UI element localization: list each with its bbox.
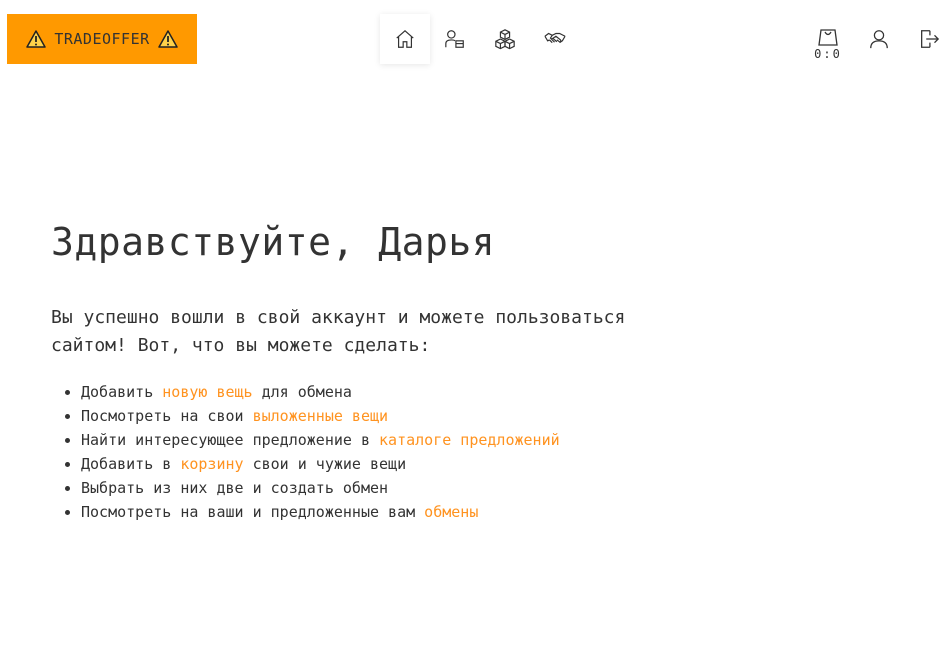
profile-button[interactable] xyxy=(868,28,892,52)
logout-icon xyxy=(921,30,940,48)
cart[interactable]: 0:0 xyxy=(808,28,848,60)
list-item-text: для обмена xyxy=(252,383,352,401)
intro-text: Вы успешно вошли в свой аккаунт и можете… xyxy=(51,307,626,356)
logout-button[interactable] xyxy=(918,28,942,52)
new-item-link[interactable]: новую вещь xyxy=(162,383,252,401)
main-nav xyxy=(380,14,580,64)
list-item: Посмотреть на ваши и предложенные вам об… xyxy=(81,500,911,524)
list-item-text: Выбрать из них две и создать обмен xyxy=(81,479,389,497)
my-items-link[interactable]: выложенные вещи xyxy=(253,407,388,425)
list-item-text: Добавить xyxy=(81,383,163,401)
list-item: Добавить в корзину свои и чужие вещи xyxy=(81,452,911,476)
list-item: Выбрать из них две и создать обмен xyxy=(81,476,911,500)
nav-catalog[interactable] xyxy=(480,14,530,64)
list-item-text: Добавить в xyxy=(81,455,181,473)
list-item-text: свои и чужие вещи xyxy=(243,455,407,473)
home-icon xyxy=(396,29,414,48)
boxes-icon xyxy=(495,29,515,50)
user-items-icon xyxy=(445,30,464,48)
logo[interactable]: TRADEOFFER xyxy=(7,14,197,64)
nav-my-items[interactable] xyxy=(430,14,480,64)
list-item-text: Найти интересующее предложение в xyxy=(81,431,380,449)
catalog-link[interactable]: каталоге предложений xyxy=(379,431,560,449)
list-item-text: Посмотреть на свои xyxy=(81,407,253,425)
main-content: Здравствуйте, Дарья Вы успешно вошли в с… xyxy=(51,220,911,524)
greeting-title: Здравствуйте, Дарья xyxy=(51,220,496,264)
exchanges-link[interactable]: обмены xyxy=(424,503,478,521)
cart-link[interactable]: корзину xyxy=(180,455,243,473)
warning-icon xyxy=(26,30,47,48)
logo-text: TRADEOFFER xyxy=(54,30,150,48)
list-item: Найти интересующее предложение в каталог… xyxy=(81,428,911,452)
warning-icon xyxy=(157,30,178,48)
shopping-bag-icon xyxy=(818,29,838,46)
nav-home[interactable] xyxy=(380,14,430,64)
handshake-icon xyxy=(544,32,566,44)
list-item: Добавить новую вещь для обмена xyxy=(81,380,911,404)
user-icon xyxy=(870,30,888,49)
header: TRADEOFFER 0:0 xyxy=(0,0,949,80)
feature-list: Добавить новую вещь для обмена Посмотрет… xyxy=(51,380,911,524)
nav-exchanges[interactable] xyxy=(530,14,580,64)
list-item-text: Посмотреть на ваши и предложенные вам xyxy=(81,503,425,521)
list-item: Посмотреть на свои выложенные вещи xyxy=(81,404,911,428)
cart-count: 0:0 xyxy=(814,47,842,61)
